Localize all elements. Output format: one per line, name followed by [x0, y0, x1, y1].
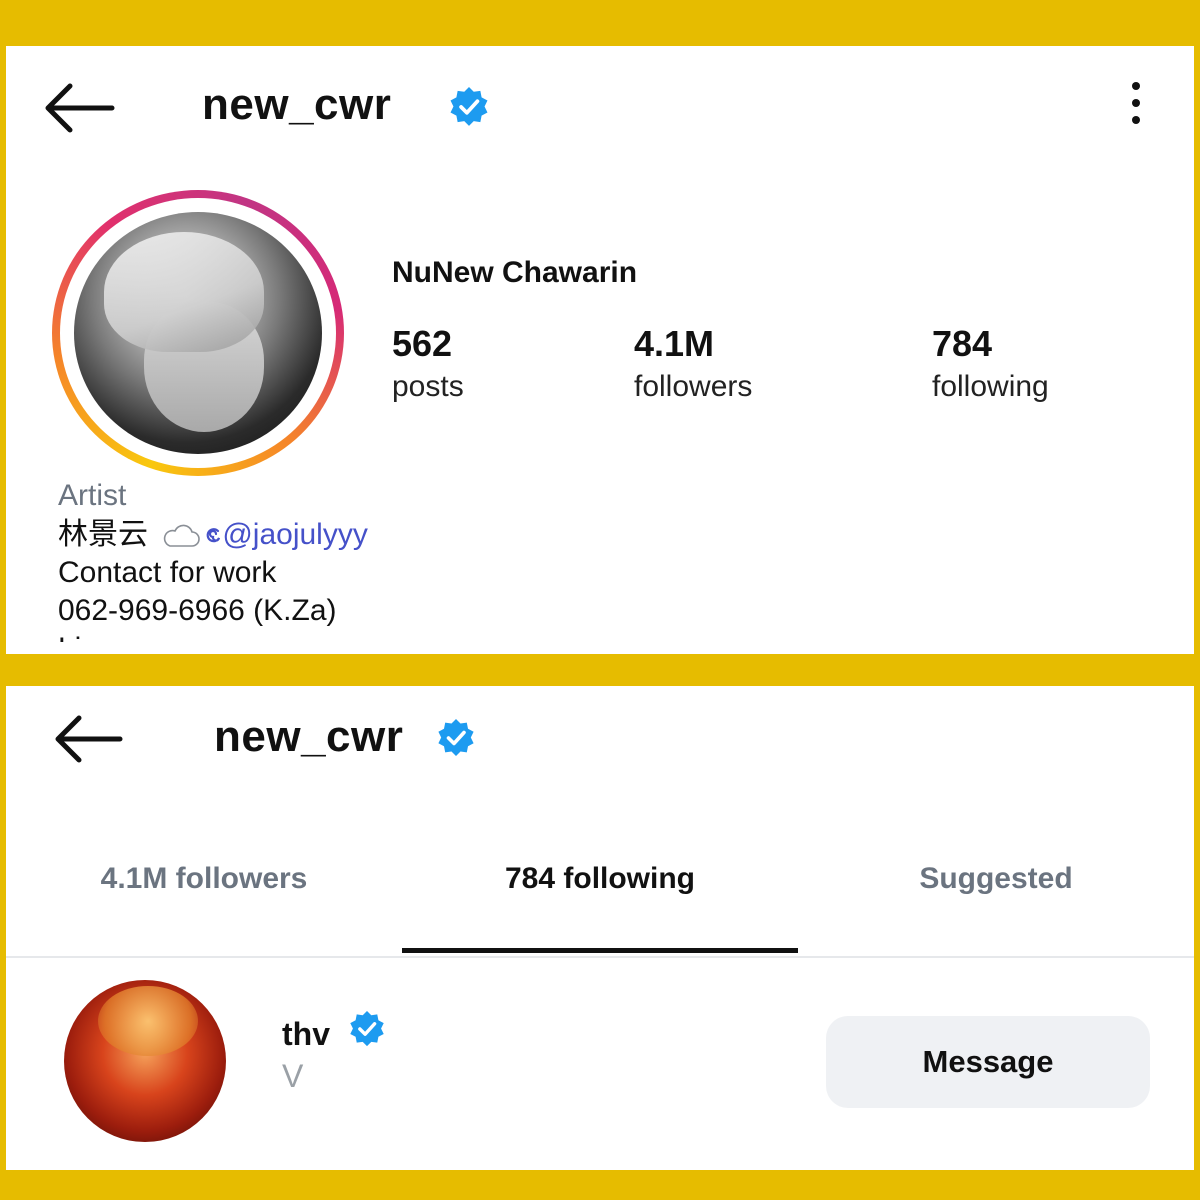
- profile-category: Artist: [58, 479, 127, 512]
- list-item[interactable]: thv V Message: [6, 976, 1194, 1146]
- profile-username: new_cwr: [202, 80, 392, 129]
- stat-following-count: 784: [932, 323, 993, 364]
- avatar-hair: [104, 232, 264, 352]
- active-tab-indicator: [402, 948, 798, 953]
- profile-display-name: NuNew Chawarin: [392, 256, 638, 289]
- cloud-icon: [164, 524, 201, 547]
- tab-followers[interactable]: 4.1M followers: [6, 862, 402, 896]
- stat-followers-label: followers: [634, 370, 753, 403]
- message-button[interactable]: Message: [826, 1016, 1150, 1108]
- tabs-divider: [6, 956, 1194, 958]
- list-item-username[interactable]: thv: [282, 1016, 330, 1053]
- tab-suggested[interactable]: Suggested: [798, 862, 1194, 896]
- stat-posts[interactable]: 562 posts: [392, 324, 464, 406]
- bio-chinese-name: 林景云: [58, 518, 148, 551]
- following-username: new_cwr: [214, 712, 404, 761]
- stat-followers-count: 4.1M: [634, 323, 715, 364]
- threads-mention-link[interactable]: @jaojulyyy: [204, 518, 368, 551]
- verified-badge-icon: [438, 719, 474, 756]
- tab-following[interactable]: 784 following: [402, 862, 798, 896]
- profile-avatar: [74, 212, 322, 454]
- avatar[interactable]: [64, 980, 226, 1142]
- stat-following-label: following: [932, 370, 1049, 403]
- bio-line-4-cut: Line ... more: [58, 630, 368, 642]
- stat-followers[interactable]: 4.1M followers: [634, 324, 752, 406]
- profile-bio: Artist 林景云 @jaojulyyy Contact for work 0…: [58, 476, 368, 642]
- verified-badge-icon: [450, 87, 488, 126]
- stat-posts-label: posts: [392, 370, 464, 403]
- back-arrow-icon[interactable]: [42, 82, 116, 134]
- following-screen: new_cwr 4.1M followers 784 following Sug…: [6, 686, 1194, 1170]
- back-arrow-icon[interactable]: [52, 714, 124, 764]
- follow-tabs: 4.1M followers 784 following Suggested: [6, 862, 1194, 914]
- bio-line-1: 林景云 @jaojulyyy: [58, 516, 368, 554]
- profile-avatar-ring[interactable]: [52, 190, 344, 476]
- avatar-highlight: [98, 986, 198, 1056]
- bio-line-3: 062-969-6966 (K.Za): [58, 594, 337, 627]
- mention-text: @jaojulyyy: [222, 518, 368, 551]
- bio-line-2: Contact for work: [58, 556, 277, 589]
- verified-badge-icon: [350, 1010, 384, 1047]
- list-item-full-name: V: [282, 1058, 304, 1094]
- threads-icon: [206, 528, 221, 543]
- stat-posts-count: 562: [392, 323, 453, 364]
- stat-following[interactable]: 784 following: [932, 324, 1049, 406]
- profile-screen: new_cwr NuNew Chawarin 562 posts 4.1M fo…: [6, 46, 1194, 654]
- more-options-icon[interactable]: [1124, 82, 1148, 134]
